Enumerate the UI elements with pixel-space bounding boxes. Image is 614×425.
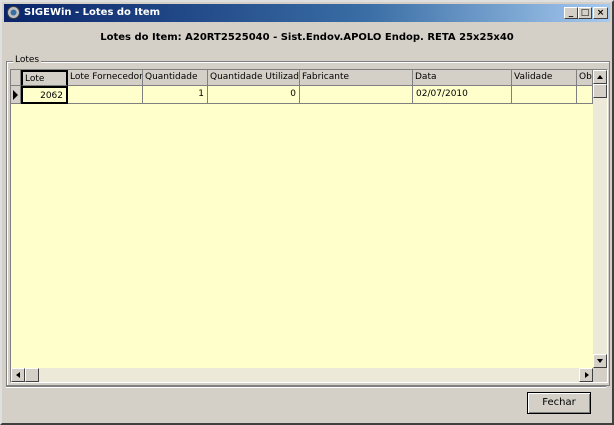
scroll-corner bbox=[593, 368, 607, 382]
arrow-up-icon bbox=[597, 75, 603, 79]
scroll-right-button[interactable] bbox=[579, 368, 593, 382]
fechar-button[interactable]: Fechar bbox=[527, 392, 591, 414]
minimize-button[interactable]: _ bbox=[564, 7, 578, 19]
app-icon bbox=[7, 6, 20, 19]
current-row-arrow-icon bbox=[13, 90, 18, 100]
vertical-scrollbar[interactable] bbox=[593, 70, 607, 368]
scroll-up-button[interactable] bbox=[593, 70, 607, 84]
horizontal-scrollbar[interactable] bbox=[11, 368, 593, 382]
scroll-left-button[interactable] bbox=[11, 368, 25, 382]
arrow-down-icon bbox=[597, 359, 603, 363]
grid-corner-indicator bbox=[11, 70, 21, 86]
arrow-right-icon bbox=[585, 372, 589, 378]
column-header-lote[interactable]: Lote bbox=[21, 70, 68, 86]
vertical-scroll-thumb[interactable] bbox=[593, 84, 607, 98]
row-indicator[interactable] bbox=[11, 86, 21, 104]
lotes-grid[interactable]: Lote Lote Fornecedor Quantidade Quantida… bbox=[10, 69, 608, 383]
window-title: SIGEWin - Lotes do Item bbox=[24, 7, 161, 18]
column-header-quantidade[interactable]: Quantidade bbox=[143, 70, 208, 86]
column-header-quantidade-utilizada[interactable]: Quantidade Utilizada bbox=[208, 70, 300, 86]
cell-quantidade-utilizada[interactable]: 0 bbox=[208, 86, 300, 104]
arrow-left-icon bbox=[16, 372, 20, 378]
cell-fabricante[interactable] bbox=[300, 86, 413, 104]
window: SIGEWin - Lotes do Item _ □ × Lotes do I… bbox=[0, 0, 614, 425]
column-header-validade[interactable]: Validade bbox=[512, 70, 577, 86]
item-header: Lotes do Item: A20RT2525040 - Sist.Endov… bbox=[100, 32, 514, 43]
close-window-button[interactable]: × bbox=[593, 7, 608, 19]
cell-quantidade[interactable]: 1 bbox=[143, 86, 208, 104]
horizontal-scroll-thumb[interactable] bbox=[25, 368, 39, 382]
maximize-button[interactable]: □ bbox=[578, 7, 592, 19]
cell-ob[interactable] bbox=[577, 86, 593, 104]
column-header-data[interactable]: Data bbox=[413, 70, 512, 86]
cell-validade[interactable] bbox=[512, 86, 577, 104]
group-label: Lotes bbox=[13, 55, 42, 65]
cell-lote[interactable]: 2062 bbox=[21, 86, 68, 104]
title-bar[interactable]: SIGEWin - Lotes do Item _ □ × bbox=[4, 4, 610, 22]
footer-divider bbox=[6, 386, 606, 388]
column-header-ob[interactable]: Ob bbox=[577, 70, 593, 86]
column-header-fabricante[interactable]: Fabricante bbox=[300, 70, 413, 86]
cell-data[interactable]: 02/07/2010 bbox=[413, 86, 512, 104]
scroll-down-button[interactable] bbox=[593, 354, 607, 368]
column-header-lote-fornecedor[interactable]: Lote Fornecedor bbox=[68, 70, 143, 86]
cell-lote-fornecedor[interactable] bbox=[68, 86, 143, 104]
